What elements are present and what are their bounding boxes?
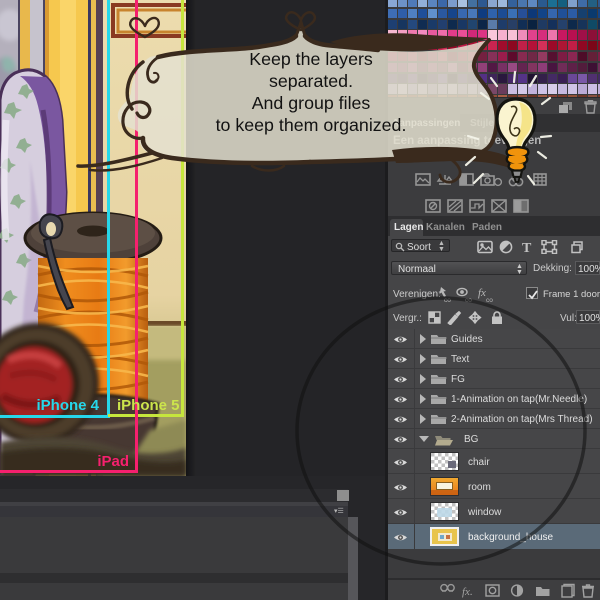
svg-text:co: co [465,297,472,303]
svg-text:And group files: And group files [252,93,371,113]
svg-text:to keep them organized.: to keep them organized. [216,115,407,135]
svg-text:Keep the layers: Keep the layers [249,49,373,69]
svg-text:fx: fx [478,287,486,299]
svg-text:fx.: fx. [462,586,473,598]
svg-text:separated.: separated. [269,71,353,91]
svg-text:T: T [522,241,532,254]
svg-text:iPad: iPad [97,453,129,470]
svg-text:iPhone 5: iPhone 5 [117,397,180,414]
svg-text:co: co [486,297,493,303]
svg-text:iPhone 4: iPhone 4 [36,397,99,414]
svg-text:co: co [444,297,451,303]
